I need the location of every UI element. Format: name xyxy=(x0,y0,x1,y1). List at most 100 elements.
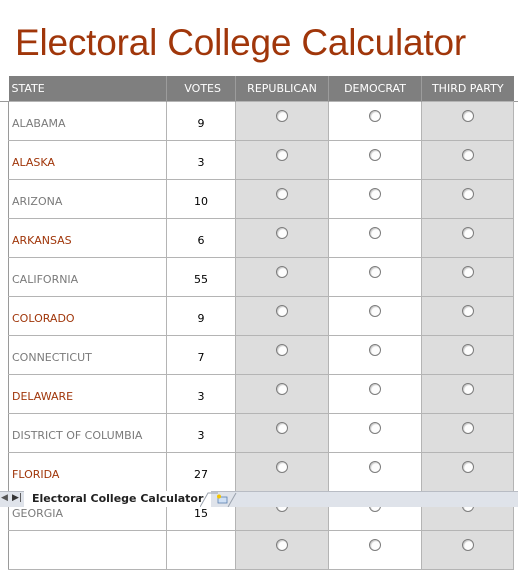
third-party-cell xyxy=(421,218,514,258)
scroll-tabs-last-icon[interactable]: ▶| xyxy=(12,493,22,503)
state-name: ARKANSAS xyxy=(8,218,167,258)
third-party-cell xyxy=(421,257,514,297)
table-row xyxy=(8,530,514,570)
democrat-cell xyxy=(328,413,422,453)
republican-radio[interactable] xyxy=(276,265,288,278)
democrat-cell xyxy=(328,530,422,570)
state-name: ARIZONA xyxy=(8,179,167,219)
third-party-cell xyxy=(421,335,514,375)
third-party-radio[interactable] xyxy=(461,421,474,434)
democrat-radio[interactable] xyxy=(369,226,381,239)
republican-cell xyxy=(235,452,329,492)
republican-radio[interactable] xyxy=(276,538,288,551)
third-party-radio[interactable] xyxy=(461,382,474,395)
third-party-cell xyxy=(421,452,514,492)
republican-radio[interactable] xyxy=(276,226,288,239)
democrat-radio[interactable] xyxy=(369,187,381,200)
republican-cell xyxy=(235,296,329,336)
column-header-republican: REPUBLICAN xyxy=(235,76,329,102)
republican-radio[interactable] xyxy=(276,382,288,395)
democrat-cell xyxy=(328,296,422,336)
column-header-votes: VOTES xyxy=(166,76,236,102)
electoral-votes: 10 xyxy=(166,179,236,219)
republican-radio[interactable] xyxy=(276,304,288,317)
republican-cell xyxy=(235,374,329,414)
table-row: CALIFORNIA 55 xyxy=(8,257,514,297)
third-party-radio[interactable] xyxy=(461,343,474,356)
sheet-tab-active[interactable]: Electoral College Calculator xyxy=(24,491,212,507)
table-row: ALASKA 3 xyxy=(8,140,514,180)
state-name: CONNECTICUT xyxy=(8,335,167,375)
third-party-cell xyxy=(421,413,514,453)
table-row: ARIZONA 10 xyxy=(8,179,514,219)
third-party-cell xyxy=(421,140,514,180)
electoral-votes: 3 xyxy=(166,413,236,453)
democrat-radio[interactable] xyxy=(369,148,381,161)
table-row: FLORIDA 27 xyxy=(8,452,514,492)
sheet-tab-bar: ◀ ▶| Electoral College Calculator xyxy=(0,491,518,507)
state-name: DISTRICT OF COLUMBIA xyxy=(8,413,167,453)
republican-cell xyxy=(235,257,329,297)
scroll-tabs-left-icon[interactable]: ◀ xyxy=(1,493,8,503)
third-party-radio[interactable] xyxy=(461,538,474,551)
third-party-radio[interactable] xyxy=(461,265,474,278)
electoral-votes: 55 xyxy=(166,257,236,297)
democrat-radio[interactable] xyxy=(369,421,381,434)
electoral-votes: 3 xyxy=(166,140,236,180)
democrat-cell xyxy=(328,452,422,492)
column-header-democrat: DEMOCRAT xyxy=(328,76,422,102)
electoral-votes: 6 xyxy=(166,218,236,258)
electoral-votes: 9 xyxy=(166,296,236,336)
republican-radio[interactable] xyxy=(276,187,288,200)
democrat-radio[interactable] xyxy=(369,460,381,473)
electoral-votes: 9 xyxy=(166,101,236,141)
democrat-radio[interactable] xyxy=(369,265,381,278)
republican-radio[interactable] xyxy=(276,460,288,473)
republican-radio[interactable] xyxy=(276,148,288,161)
electoral-votes: 3 xyxy=(166,374,236,414)
table-row: DELAWARE 3 xyxy=(8,374,514,414)
republican-radio[interactable] xyxy=(276,109,288,122)
republican-radio[interactable] xyxy=(276,343,288,356)
electoral-votes: 27 xyxy=(166,452,236,492)
third-party-radio[interactable] xyxy=(461,304,474,317)
third-party-radio[interactable] xyxy=(461,148,474,161)
republican-radio[interactable] xyxy=(276,421,288,434)
democrat-cell xyxy=(328,179,422,219)
democrat-cell xyxy=(328,257,422,297)
republican-cell xyxy=(235,140,329,180)
third-party-cell xyxy=(421,179,514,219)
table-row: ALABAMA 9 xyxy=(8,101,514,141)
column-header-third-party: THIRD PARTY xyxy=(421,76,514,102)
state-name: ALABAMA xyxy=(8,101,167,141)
democrat-radio[interactable] xyxy=(369,382,381,395)
democrat-radio[interactable] xyxy=(369,304,381,317)
democrat-radio[interactable] xyxy=(369,343,381,356)
insert-worksheet-icon[interactable] xyxy=(216,494,228,504)
democrat-cell xyxy=(328,335,422,375)
third-party-radio[interactable] xyxy=(461,187,474,200)
democrat-cell xyxy=(328,374,422,414)
third-party-radio[interactable] xyxy=(461,460,474,473)
democrat-cell xyxy=(328,101,422,141)
third-party-radio[interactable] xyxy=(461,109,474,122)
state-name xyxy=(8,530,167,570)
electoral-votes xyxy=(166,530,236,570)
democrat-cell xyxy=(328,140,422,180)
table-row: DISTRICT OF COLUMBIA 3 xyxy=(8,413,514,453)
state-name: ALASKA xyxy=(8,140,167,180)
header-row: STATE VOTES REPUBLICAN DEMOCRAT THIRD PA… xyxy=(8,76,514,102)
third-party-cell xyxy=(421,296,514,336)
republican-cell xyxy=(235,218,329,258)
democrat-radio[interactable] xyxy=(369,109,381,122)
democrat-cell xyxy=(328,218,422,258)
democrat-radio[interactable] xyxy=(369,538,381,551)
republican-cell xyxy=(235,413,329,453)
state-name: COLORADO xyxy=(8,296,167,336)
page-title: Electoral College Calculator xyxy=(15,22,466,63)
third-party-radio[interactable] xyxy=(461,226,474,239)
third-party-cell xyxy=(421,101,514,141)
third-party-cell xyxy=(421,530,514,570)
electoral-votes: 7 xyxy=(166,335,236,375)
column-header-state: STATE xyxy=(8,76,167,102)
